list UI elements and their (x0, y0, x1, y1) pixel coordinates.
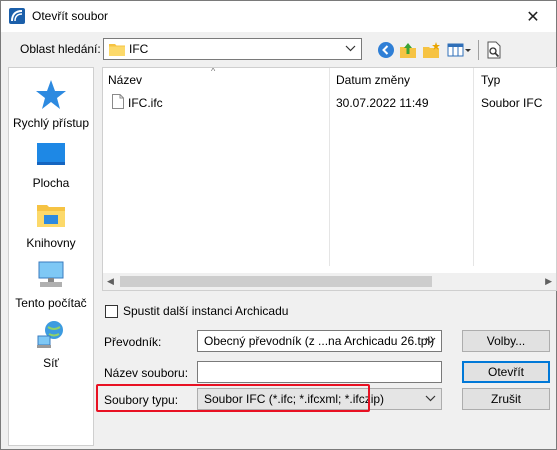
open-file-dialog: Otevřít soubor ✕ Oblast hledání: IFC Ryc… (0, 0, 557, 450)
file-type-label: Soubory typu: (104, 393, 179, 407)
place-network[interactable]: Síť (9, 318, 93, 370)
scroll-left-icon[interactable]: ◀ (107, 276, 114, 287)
column-divider (329, 68, 330, 266)
prevodnik-label: Převodník: (104, 335, 162, 349)
column-header-type[interactable]: Typ (481, 73, 500, 87)
place-this-pc[interactable]: Tento počítač (9, 258, 93, 310)
spustit-checkbox[interactable] (105, 305, 118, 318)
lookin-value: IFC (129, 42, 149, 56)
cancel-button[interactable]: Zrušit (462, 388, 550, 410)
place-label: Knihovny (26, 236, 76, 250)
folder-icon (109, 44, 125, 56)
libraries-icon (37, 205, 65, 227)
file-icon (112, 94, 124, 109)
chevron-down-icon (425, 395, 436, 402)
open-button[interactable]: Otevřít (462, 361, 550, 383)
spustit-label: Spustit další instanci Archicadu (123, 304, 289, 318)
new-folder-icon[interactable] (422, 41, 440, 59)
chevron-down-icon (345, 45, 356, 52)
place-label: Plocha (32, 176, 70, 190)
title-bar: Otevřít soubor ✕ (1, 1, 556, 32)
column-header-name[interactable]: Název (108, 73, 142, 87)
place-label: Tento počítač (15, 296, 87, 310)
column-divider (473, 68, 474, 266)
volby-button[interactable]: Volby... (462, 330, 550, 352)
prevodnik-value: Obecný převodník (z ...na Archicadu 26.t… (204, 334, 435, 348)
prevodnik-dropdown[interactable]: Obecný převodník (z ...na Archicadu 26.t… (197, 330, 442, 352)
filename-input[interactable] (197, 361, 442, 383)
file-date: 30.07.2022 11:49 (336, 96, 429, 110)
column-header-date[interactable]: Datum změny (336, 73, 410, 87)
network-icon (37, 321, 63, 348)
sort-ascending-icon: ^ (211, 67, 216, 76)
horizontal-scrollbar[interactable]: ◀ ▶ (103, 273, 556, 290)
nazev-souboru-label: Název souboru: (104, 366, 189, 380)
places-bar: Rychlý přístup Plocha Knihovny Tento poč… (8, 67, 94, 446)
view-menu-icon[interactable] (447, 41, 473, 59)
place-quick-access[interactable]: Rychlý přístup (9, 78, 93, 130)
back-icon[interactable] (377, 41, 395, 59)
place-label: Síť (43, 356, 59, 370)
scroll-right-icon[interactable]: ▶ (545, 276, 552, 287)
computer-icon (38, 261, 64, 287)
preview-icon[interactable] (485, 41, 503, 59)
file-name[interactable]: IFC.ifc (128, 96, 163, 110)
lookin-label: Oblast hledání: (20, 42, 101, 56)
star-icon (36, 80, 66, 109)
place-desktop[interactable]: Plocha (9, 138, 93, 190)
place-libraries[interactable]: Knihovny (9, 198, 93, 250)
lookin-dropdown[interactable]: IFC (103, 38, 362, 60)
scroll-thumb[interactable] (120, 276, 432, 287)
up-folder-icon[interactable] (399, 41, 417, 59)
file-type: Soubor IFC (481, 96, 543, 110)
file-type-dropdown[interactable]: Soubor IFC (*.ifc; *.ifcxml; *.ifczip) (197, 388, 442, 410)
chevron-down-icon (425, 337, 436, 344)
file-list[interactable]: ^ Název Datum změny Typ IFC.ifc 30.07.20… (102, 67, 557, 291)
file-type-value: Soubor IFC (*.ifc; *.ifcxml; *.ifczip) (204, 392, 385, 406)
archicad-app-icon (9, 8, 25, 24)
close-button[interactable]: ✕ (510, 1, 556, 32)
place-label: Rychlý přístup (12, 116, 90, 130)
window-title: Otevřít soubor (32, 9, 109, 23)
toolbar-separator (478, 40, 479, 60)
close-icon: ✕ (526, 8, 540, 26)
desktop-icon (37, 143, 65, 165)
